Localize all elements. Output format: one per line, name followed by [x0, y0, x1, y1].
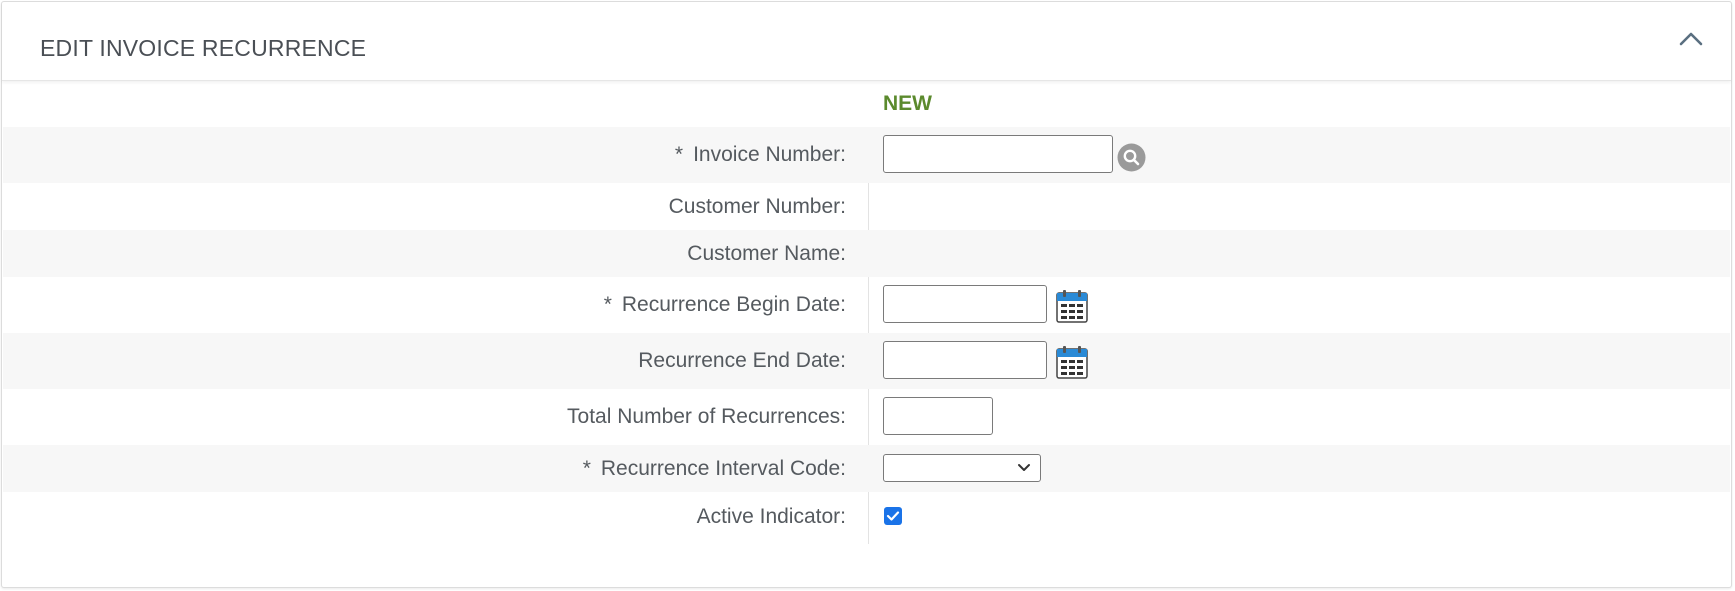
recurrence-begin-date-input[interactable] — [883, 285, 1047, 323]
recurrence-begin-date-label-text: Recurrence Begin Date: — [621, 293, 846, 316]
edit-invoice-recurrence-panel: EDIT INVOICE RECURRENCE NEW * Invoice Nu… — [1, 1, 1732, 588]
row-customer-number: Customer Number: — [3, 183, 1730, 230]
row-total-recurrences: Total Number of Recurrences: — [3, 389, 1730, 445]
invoice-number-label: * Invoice Number: — [675, 127, 846, 183]
collapse-button[interactable] — [1677, 28, 1705, 50]
total-recurrences-input[interactable] — [883, 397, 993, 435]
active-indicator-checkbox[interactable] — [884, 507, 902, 525]
row-recurrence-begin-date: * Recurrence Begin Date: — [3, 277, 1730, 333]
panel-title: EDIT INVOICE RECURRENCE — [40, 35, 367, 61]
recurrence-end-date-label: Recurrence End Date: — [638, 349, 846, 372]
row-recurrence-end-date: Recurrence End Date: — [3, 333, 1730, 389]
required-marker: * — [603, 293, 612, 316]
active-indicator-label: Active Indicator: — [696, 505, 846, 528]
calendar-icon[interactable] — [1056, 345, 1088, 384]
row-recurrence-interval-code: * Recurrence Interval Code: — [3, 445, 1730, 492]
panel-header: EDIT INVOICE RECURRENCE — [2, 2, 1731, 81]
required-marker: * — [674, 143, 684, 166]
checkmark-icon — [886, 511, 900, 521]
record-status: NEW — [883, 92, 932, 115]
row-customer-name: Customer Name: — [3, 230, 1730, 277]
recurrence-interval-code-label: * Recurrence Interval Code: — [583, 445, 846, 492]
required-marker: * — [582, 456, 591, 480]
invoice-number-label-text: Invoice Number: — [693, 143, 846, 166]
invoice-number-input[interactable] — [883, 135, 1113, 173]
chevron-up-icon — [1679, 32, 1703, 46]
customer-number-label: Customer Number: — [668, 194, 846, 218]
recurrence-begin-date-label: * Recurrence Begin Date: — [604, 277, 846, 333]
calendar-icon[interactable] — [1056, 289, 1088, 328]
row-invoice-number: * Invoice Number: — [3, 127, 1730, 183]
recurrence-interval-code-label-text: Recurrence Interval Code: — [600, 456, 846, 480]
customer-name-label: Customer Name: — [687, 241, 846, 265]
recurrence-end-date-input[interactable] — [883, 341, 1047, 379]
row-active-indicator: Active Indicator: — [3, 492, 1730, 542]
chevron-down-icon — [1018, 464, 1030, 471]
recurrence-interval-code-select[interactable] — [883, 454, 1041, 482]
total-recurrences-label: Total Number of Recurrences: — [567, 405, 846, 428]
search-icon[interactable] — [1117, 143, 1146, 177]
